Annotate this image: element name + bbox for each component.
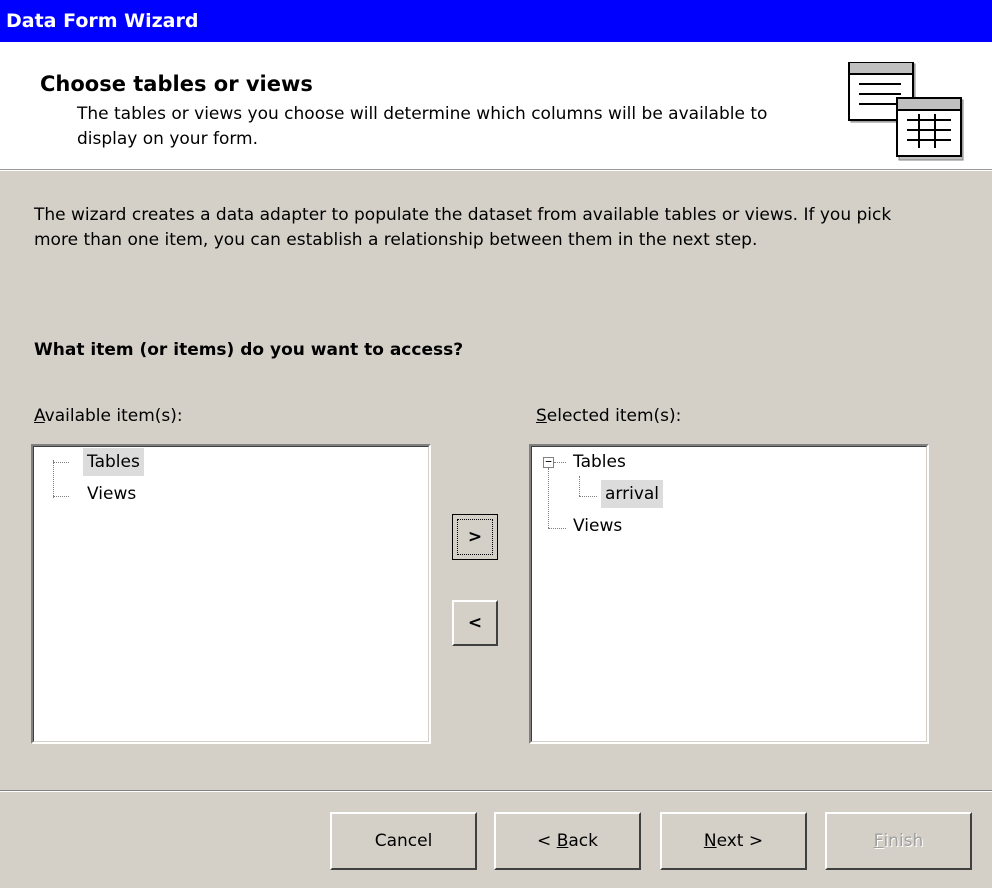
tree-node-tables[interactable]: Tables: [83, 448, 144, 476]
tree-node-arrival[interactable]: arrival: [601, 480, 664, 508]
footer-separator: [0, 790, 992, 792]
remove-item-button[interactable]: <: [452, 600, 498, 646]
finish-button[interactable]: Finish: [825, 812, 972, 870]
cancel-button[interactable]: Cancel: [330, 812, 477, 870]
page-title: Choose tables or views: [40, 72, 313, 96]
available-items-label: Available item(s):: [34, 406, 183, 426]
wizard-header: Choose tables or views The tables or vie…: [0, 42, 992, 170]
selected-items-label: Selected item(s):: [536, 406, 682, 426]
window-title: Data Form Wizard: [6, 10, 199, 32]
tree-node-views[interactable]: Views: [83, 480, 140, 508]
question-heading: What item (or items) do you want to acce…: [34, 340, 464, 360]
window-title-bar: Data Form Wizard: [0, 0, 992, 42]
selected-items-tree[interactable]: − Tables arrival Views: [529, 444, 929, 744]
tree-node-views[interactable]: Views: [569, 512, 626, 540]
available-items-tree[interactable]: Tables Views: [31, 444, 431, 744]
table-grid-icon: [848, 62, 964, 161]
collapse-icon[interactable]: −: [543, 456, 554, 468]
add-item-button[interactable]: >: [452, 514, 498, 560]
next-button[interactable]: Next >: [660, 812, 807, 870]
tree-node-tables[interactable]: Tables: [569, 448, 630, 476]
intro-text: The wizard creates a data adapter to pop…: [34, 205, 892, 250]
page-description: The tables or views you choose will dete…: [77, 104, 768, 149]
back-button[interactable]: < Back: [494, 812, 641, 870]
